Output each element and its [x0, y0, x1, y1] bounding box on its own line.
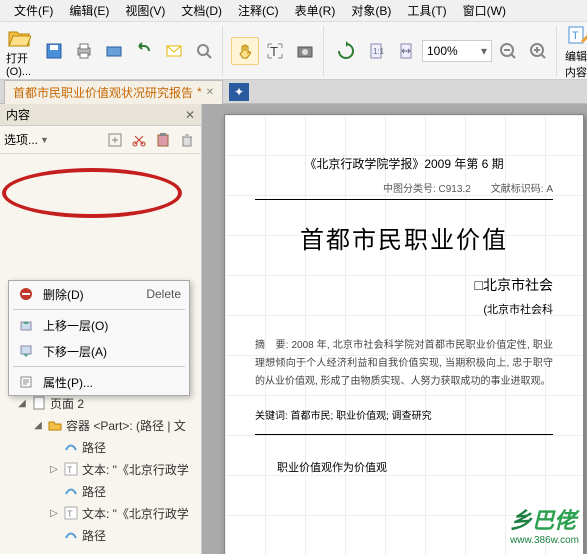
keywords: 关键词: 首都市民; 职业价值观; 调查研究 [255, 407, 553, 422]
svg-text:T: T [572, 30, 579, 42]
folder-open-icon [6, 24, 32, 50]
menu-comment[interactable]: 注释(C) [230, 0, 287, 21]
menu-document[interactable]: 文档(D) [173, 0, 230, 21]
tree-row[interactable]: ▷T文本: "《北京行政学 [0, 502, 201, 524]
open-label: 打开(O)... [6, 50, 32, 78]
paste-button[interactable] [153, 130, 173, 150]
tab-strip: 首都市民职业价值观状况研究报告 * ✕ ✦ [0, 80, 587, 104]
ctx-delete[interactable]: 删除(D) Delete [9, 281, 189, 307]
page-icon [31, 395, 47, 411]
menu-tools[interactable]: 工具(T) [399, 0, 454, 21]
sidebar-toolbar: 选项...▼ [0, 126, 201, 154]
tree-row[interactable]: ◢容器 <Part>: (路径 | 文 [0, 414, 201, 436]
document-viewport[interactable]: 《北京行政学院学报》2009 年第 6 期 中图分类号: C913.2 文献标识… [202, 104, 587, 554]
svg-text:T: T [270, 44, 278, 59]
save-button[interactable] [40, 37, 68, 65]
fit-width-button[interactable] [392, 37, 420, 65]
email-button[interactable] [160, 37, 188, 65]
main-area: 内容 ✕ 选项...▼ 删除(D) Delete 上移一层(O) [0, 104, 587, 554]
cut-button[interactable] [129, 130, 149, 150]
page-content: 《北京行政学院学报》2009 年第 6 期 中图分类号: C913.2 文献标识… [224, 114, 584, 554]
sidebar-title: 内容 [6, 106, 30, 123]
scan-button[interactable] [100, 37, 128, 65]
ctx-up-label: 上移一层(O) [43, 317, 181, 334]
delete-toolbar-button[interactable] [177, 130, 197, 150]
sidebar-options-button[interactable]: 选项...▼ [4, 131, 49, 148]
ctx-delete-accel: Delete [146, 287, 181, 301]
rotate-button[interactable] [332, 37, 360, 65]
undo-button[interactable] [130, 37, 158, 65]
toolbar: 打开(O)... T 1:1 100%▾ T 编辑内容 T 添加文本 编辑 [0, 22, 587, 80]
ctx-move-down[interactable]: 下移一层(A) [9, 338, 189, 364]
tree-row[interactable]: 路径 [0, 436, 201, 458]
tree-row[interactable]: ▷T文本: "《北京行政学 [0, 458, 201, 480]
edit-content-button[interactable]: T 编辑内容 [565, 22, 587, 80]
ctx-separator-2 [13, 366, 185, 367]
watermark: 乡乡巴佬巴佬 www.386w.com [510, 503, 579, 546]
snapshol-button[interactable] [291, 37, 319, 65]
ctx-props-label: 属性(P)... [43, 374, 181, 391]
folder-icon [47, 417, 63, 433]
svg-text:T: T [67, 465, 73, 475]
menu-window[interactable]: 窗口(W) [455, 0, 514, 21]
tab-close-button[interactable]: ✕ [206, 87, 214, 98]
ctx-properties[interactable]: 属性(P)... [9, 369, 189, 395]
menu-view[interactable]: 视图(V) [117, 0, 173, 21]
ctx-down-label: 下移一层(A) [43, 343, 181, 360]
menu-object[interactable]: 对象(B) [343, 0, 399, 21]
content-sidebar: 内容 ✕ 选项...▼ 删除(D) Delete 上移一层(O) [0, 104, 202, 554]
affiliation-sub: (北京市社会科 [255, 301, 553, 317]
path-icon [63, 439, 79, 455]
tab-modified-indicator: * [197, 85, 202, 99]
menu-form[interactable]: 表单(R) [287, 0, 344, 21]
ctx-move-up[interactable]: 上移一层(O) [9, 312, 189, 338]
move-down-icon [17, 342, 35, 360]
delete-icon [17, 285, 35, 303]
print-button[interactable] [70, 37, 98, 65]
paper-title: 首都市民职业价值 [255, 220, 553, 255]
tree-row[interactable]: 路径 [0, 480, 201, 502]
edit-content-icon: T [565, 22, 587, 48]
sidebar-header: 内容 ✕ [0, 104, 201, 126]
menu-file[interactable]: 文件(F) [6, 0, 61, 21]
text-icon: T [63, 461, 79, 477]
zoom-out-button[interactable] [494, 37, 522, 65]
journal-header: 《北京行政学院学报》2009 年第 6 期 [255, 155, 553, 172]
sidebar-close-button[interactable]: ✕ [185, 108, 195, 122]
open-button[interactable]: 打开(O)... [6, 24, 32, 78]
fit-page-button[interactable]: 1:1 [362, 37, 390, 65]
abstract: 摘 要: 2008 年, 北京市社会科学院对首都市民职业价值定性, 职业理想倾向… [255, 337, 553, 391]
body-text: 职业价值观作为价值观 [255, 459, 553, 475]
new-tab-button[interactable]: ✦ [229, 83, 249, 101]
svg-text:1:1: 1:1 [373, 47, 385, 56]
expand-all-button[interactable] [105, 130, 125, 150]
tab-title: 首都市民职业价值观状况研究报告 [13, 84, 193, 101]
menu-bar: 文件(F) 编辑(E) 视图(V) 文档(D) 注释(C) 表单(R) 对象(B… [0, 0, 587, 22]
path-icon [63, 483, 79, 499]
path-icon [63, 527, 79, 543]
edit-content-label: 编辑内容 [565, 48, 587, 80]
ctx-separator [13, 309, 185, 310]
zoom-in-button[interactable] [524, 37, 552, 65]
ctx-delete-label: 删除(D) [43, 286, 146, 303]
properties-icon [17, 373, 35, 391]
affiliation: □北京市社会 [255, 275, 553, 295]
zoom-combo[interactable]: 100%▾ [422, 40, 492, 62]
svg-text:T: T [67, 509, 73, 519]
watermark-url: www.386w.com [510, 535, 579, 546]
document-tab[interactable]: 首都市民职业价值观状况研究报告 * ✕ [4, 80, 223, 104]
hand-tool-button[interactable] [231, 37, 259, 65]
tree-row[interactable]: 路径 [0, 524, 201, 546]
classification-line: 中图分类号: C913.2 文献标识码: A [255, 180, 553, 200]
text-icon: T [63, 505, 79, 521]
search-button[interactable] [190, 37, 218, 65]
move-up-icon [17, 316, 35, 334]
menu-edit[interactable]: 编辑(E) [61, 0, 117, 21]
text-select-button[interactable]: T [261, 37, 289, 65]
context-menu: 删除(D) Delete 上移一层(O) 下移一层(A) 属性(P)... [8, 280, 190, 396]
zoom-value: 100% [427, 44, 458, 58]
